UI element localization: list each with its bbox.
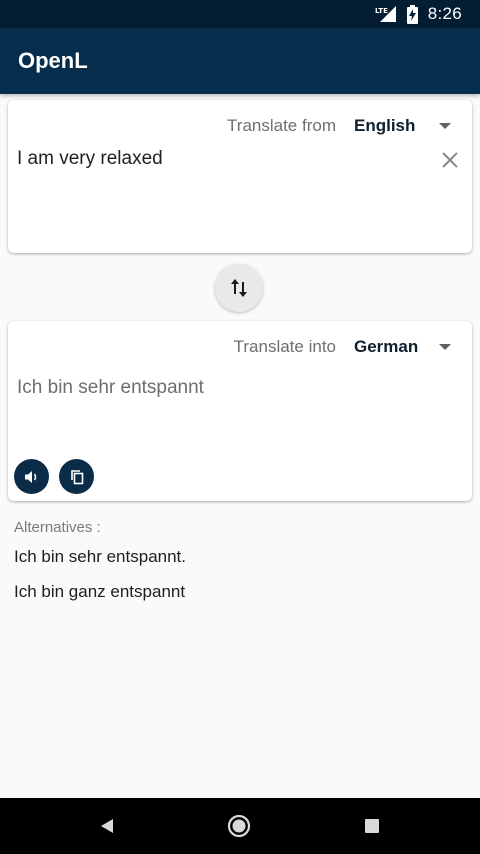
source-language-row: Translate from English — [227, 114, 452, 138]
dropdown-arrow-icon — [438, 343, 452, 351]
lte-signal-icon: LTE — [375, 5, 397, 23]
target-language-select[interactable]: German — [354, 337, 452, 357]
copy-button[interactable] — [59, 459, 94, 494]
app-bar: OpenL — [0, 28, 480, 94]
alternative-item[interactable]: Ich bin ganz entspannt — [14, 582, 185, 602]
source-language-select[interactable]: English — [354, 116, 452, 136]
dropdown-arrow-icon — [438, 122, 452, 130]
source-language-caption: Translate from — [227, 116, 336, 135]
alternatives-label: Alternatives : — [14, 519, 101, 536]
target-language-caption: Translate into — [233, 337, 336, 356]
navigation-bar — [0, 798, 480, 854]
swap-languages-button[interactable] — [215, 264, 263, 312]
battery-charging-icon — [406, 4, 418, 24]
screen: LTE 8:26 OpenL Translate from English I … — [0, 0, 480, 854]
status-bar: LTE 8:26 — [0, 0, 480, 28]
speaker-icon — [24, 469, 40, 485]
target-language-row: Translate into German — [234, 335, 452, 359]
app-title: OpenL — [18, 48, 88, 73]
recents-icon — [364, 818, 380, 834]
back-icon — [98, 817, 116, 835]
translated-text: Ich bin sehr entspannt — [17, 377, 204, 398]
speak-button[interactable] — [14, 459, 49, 494]
source-card: Translate from English I am very relaxed — [8, 100, 472, 253]
copy-icon — [69, 469, 85, 485]
status-icons: LTE 8:26 — [375, 0, 462, 28]
svg-text:LTE: LTE — [375, 7, 388, 15]
source-text-input[interactable]: I am very relaxed — [17, 148, 163, 170]
source-language-value: English — [354, 116, 416, 135]
alternative-item[interactable]: Ich bin sehr entspannt. — [14, 547, 186, 567]
home-icon — [227, 814, 251, 838]
clear-icon — [438, 148, 462, 172]
clear-button[interactable] — [438, 148, 462, 172]
target-card: Translate into German Ich bin sehr entsp… — [8, 321, 472, 501]
home-button[interactable] — [223, 810, 255, 842]
swap-vertical-icon — [229, 278, 249, 298]
status-time: 8:26 — [427, 4, 462, 23]
recents-button[interactable] — [356, 810, 388, 842]
back-button[interactable] — [91, 810, 123, 842]
target-language-value: German — [354, 337, 419, 356]
